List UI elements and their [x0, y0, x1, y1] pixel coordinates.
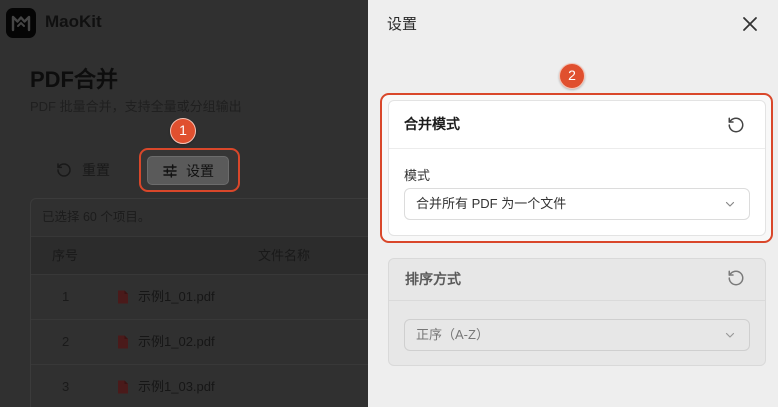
row-index: 3 [62, 379, 70, 394]
table-row[interactable]: 2 示例1_02.pdf [31, 320, 368, 365]
reset-button-label: 重置 [82, 162, 110, 178]
pdf-file-icon [117, 380, 129, 394]
main-page-dimmed[interactable]: MaoKit PDF合并 PDF 批量合并，支持全量或分组输出 重置 设置 已选… [0, 0, 368, 407]
settings-drawer: 设置 合并模式 模式 合并所有 PDF 为一个文件 排序方式 正序（A-Z） [368, 0, 778, 407]
card-header: 排序方式 [389, 259, 765, 301]
rotate-ccw-icon [728, 117, 744, 133]
annotation-badge: 2 [559, 63, 585, 89]
close-icon [743, 17, 757, 31]
drawer-title: 设置 [387, 16, 418, 33]
row-index: 2 [62, 334, 70, 349]
pdf-file-icon [117, 290, 129, 304]
chevron-down-icon [724, 329, 736, 341]
rotate-ccw-icon [728, 270, 744, 286]
file-name: 示例1_02.pdf [138, 334, 215, 349]
app-window: MaoKit PDF合并 PDF 批量合并，支持全量或分组输出 重置 设置 已选… [0, 0, 778, 407]
select-value: 合并所有 PDF 为一个文件 [416, 196, 567, 211]
selection-summary: 已选择 60 个项目。 [31, 199, 368, 237]
table-row[interactable]: 1 示例1_01.pdf [31, 275, 368, 320]
reset-button[interactable]: 重置 [50, 155, 116, 185]
card-title: 合并模式 [404, 116, 460, 132]
table-header: 序号 文件名称 [31, 237, 368, 275]
select-value: 正序（A-Z） [416, 327, 489, 342]
sort-order-reset-button[interactable] [727, 269, 745, 287]
mode-field-label: 模式 [404, 168, 431, 183]
merge-mode-select[interactable]: 合并所有 PDF 为一个文件 [404, 188, 750, 220]
annotation-badge: 1 [170, 118, 196, 144]
file-table: 已选择 60 个项目。 序号 文件名称 1 示例1_01.pdf 2 示例1_0… [30, 198, 368, 407]
maokit-logo-icon [6, 8, 36, 38]
table-row[interactable]: 3 示例1_03.pdf [31, 365, 368, 407]
column-header-name[interactable]: 文件名称 [258, 237, 310, 274]
page-title: PDF合并 [30, 67, 119, 92]
settings-button[interactable]: 设置 [147, 156, 229, 185]
file-name: 示例1_01.pdf [138, 289, 215, 304]
sort-order-select[interactable]: 正序（A-Z） [404, 319, 750, 351]
card-title: 排序方式 [405, 271, 461, 287]
rotate-ccw-icon [56, 162, 72, 178]
file-name: 示例1_03.pdf [138, 379, 215, 394]
pdf-file-icon [117, 335, 129, 349]
app-name: MaoKit [45, 12, 102, 31]
page-subtitle: PDF 批量合并，支持全量或分组输出 [30, 99, 242, 114]
card-header: 合并模式 [389, 101, 765, 149]
sliders-icon [162, 163, 178, 179]
merge-mode-card: 合并模式 模式 合并所有 PDF 为一个文件 [388, 100, 766, 236]
close-button[interactable] [740, 14, 760, 34]
sort-order-card: 排序方式 正序（A-Z） [388, 258, 766, 366]
chevron-down-icon [724, 198, 736, 210]
settings-button-label: 设置 [186, 162, 214, 179]
merge-mode-reset-button[interactable] [727, 116, 745, 134]
column-header-index[interactable]: 序号 [52, 237, 78, 274]
row-index: 1 [62, 289, 70, 304]
